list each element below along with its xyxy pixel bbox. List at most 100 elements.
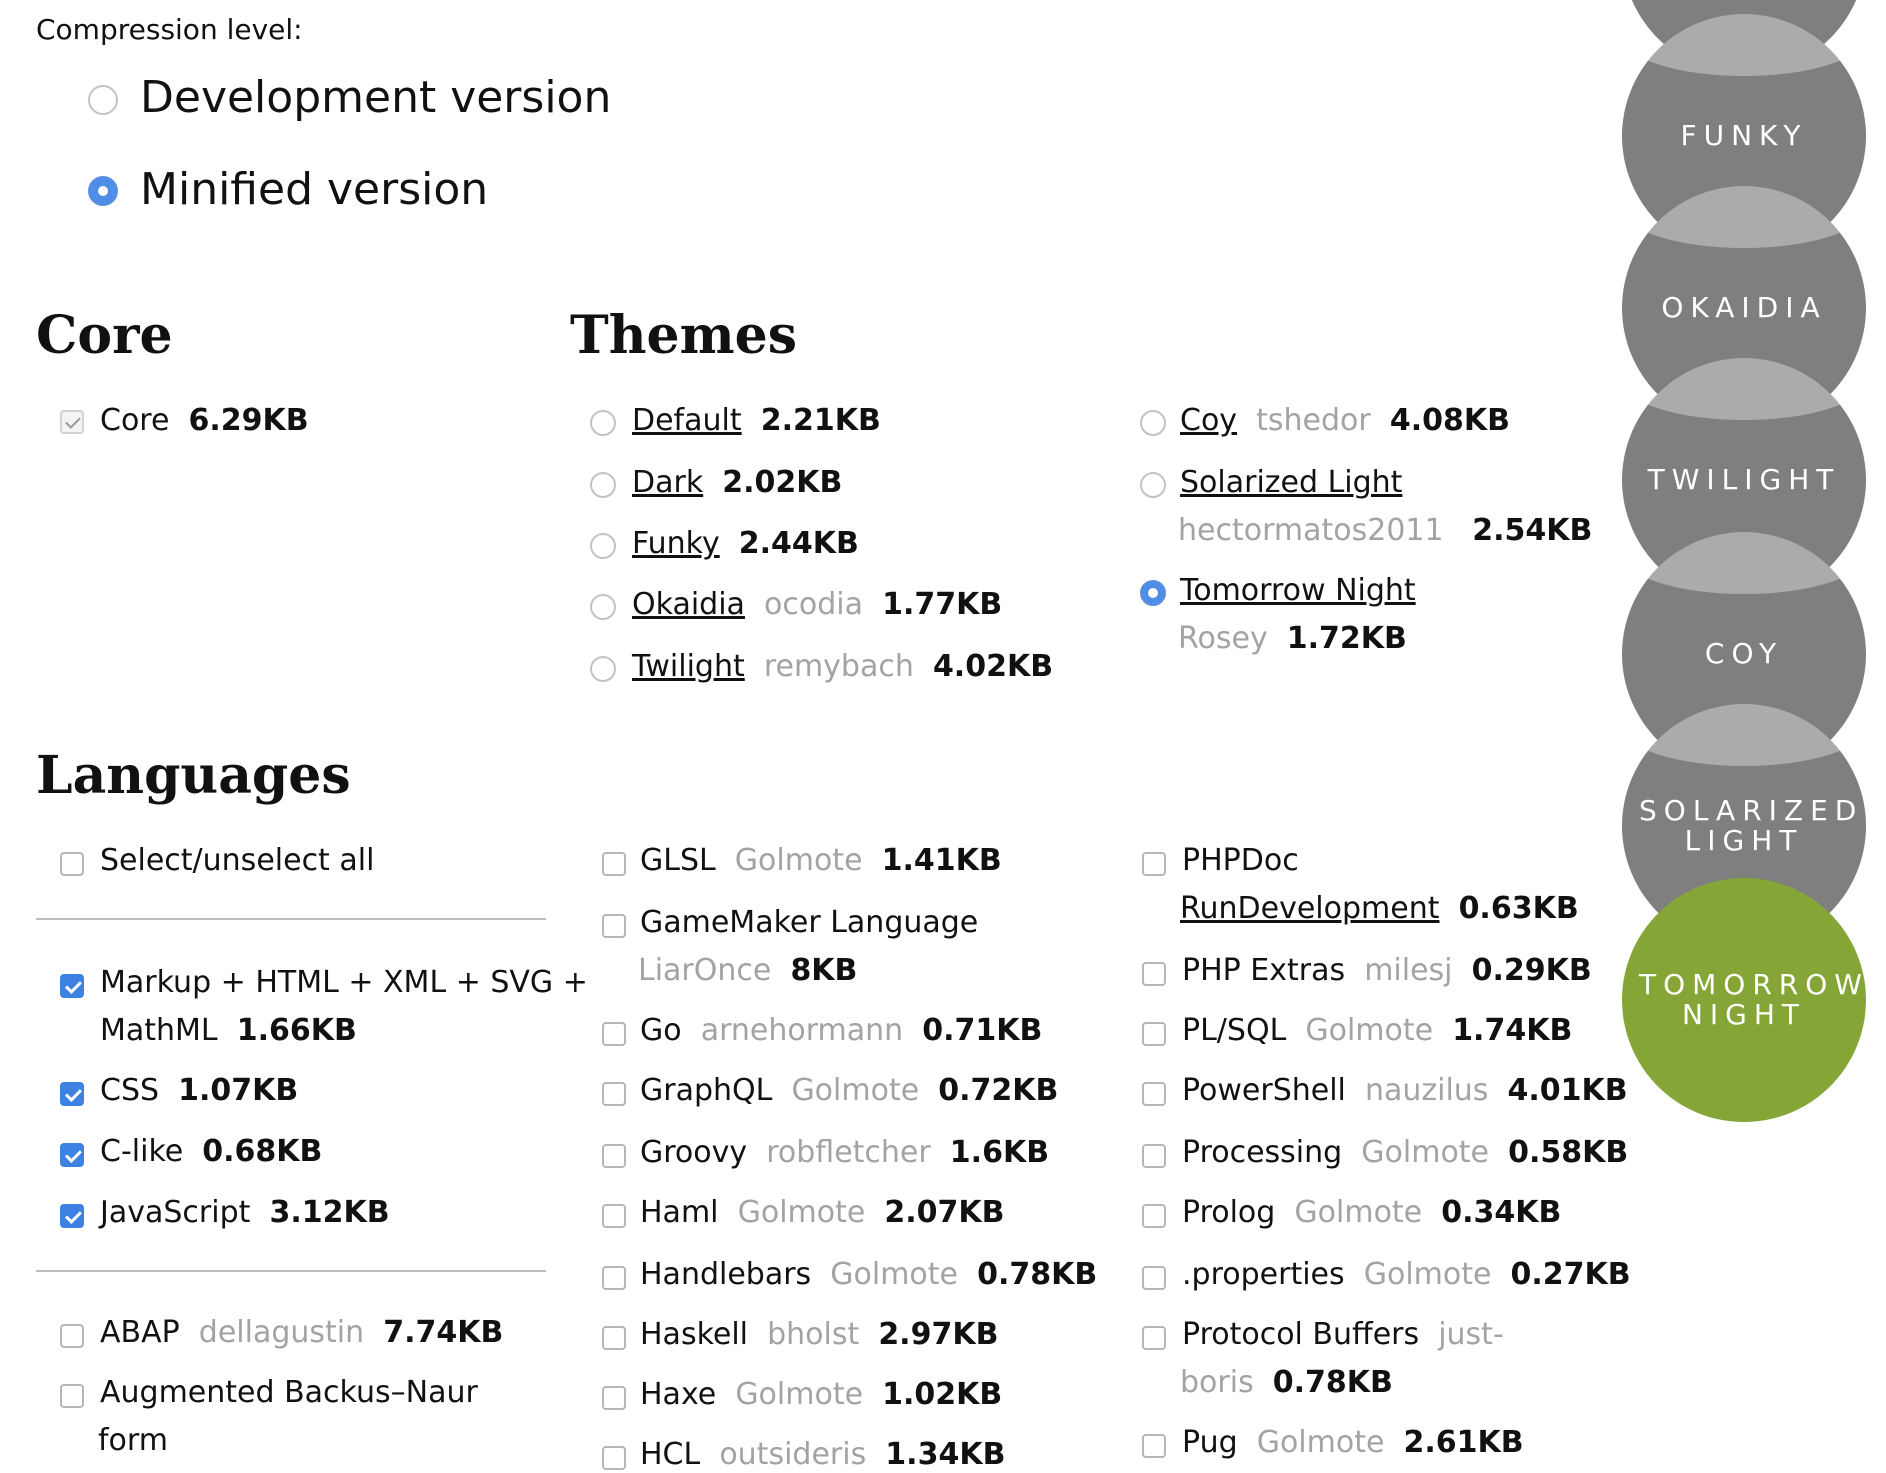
lang-item-css: CSS 1.07KB — [100, 1073, 298, 1109]
theme-author: remybach — [763, 649, 914, 684]
languages-heading: Languages — [36, 745, 351, 806]
theme-radio-tomorrow-night[interactable] — [1140, 580, 1166, 606]
lang-checkbox-hcl[interactable] — [602, 1446, 626, 1470]
lang-size: 2.61KB — [1403, 1425, 1524, 1460]
theme-link-solarized-light[interactable]: Solarized Light — [1180, 465, 1402, 500]
lang-checkbox-clike[interactable] — [60, 1143, 84, 1167]
lang-checkbox-handlebars[interactable] — [602, 1266, 626, 1290]
lang-name: GLSL — [640, 843, 716, 878]
circle-cap — [1622, 704, 1866, 766]
lang-author: Golmote — [1294, 1195, 1423, 1230]
theme-size: 1.72KB — [1286, 621, 1407, 656]
theme-link-dark[interactable]: Dark — [632, 465, 703, 500]
lang-checkbox-gml[interactable] — [602, 914, 626, 938]
lang-checkbox-pug[interactable] — [1142, 1434, 1166, 1458]
theme-link-default[interactable]: Default — [632, 403, 742, 438]
lang-item-plsql: PL/SQL Golmote 1.74KB — [1182, 1013, 1572, 1049]
lang-abnf-line1: Augmented Backus–Naur — [100, 1375, 478, 1410]
lang-checkbox-groovy[interactable] — [602, 1144, 626, 1168]
lang-checkbox-markup[interactable] — [60, 974, 84, 998]
lang-item-haml: Haml Golmote 2.07KB — [640, 1195, 1005, 1231]
theme-link-twilight[interactable]: Twilight — [632, 649, 745, 684]
lang-size: 1.34KB — [885, 1437, 1006, 1472]
lang-author: robfletcher — [766, 1135, 931, 1170]
theme-author: hectormatos2011 — [1178, 513, 1444, 548]
lang-item-pug: Pug Golmote 2.61KB — [1182, 1425, 1524, 1461]
theme-item-solarized-light: Solarized Light — [1180, 465, 1402, 501]
theme-size: 2.21KB — [760, 403, 881, 438]
lang-checkbox-javascript[interactable] — [60, 1204, 84, 1228]
lang-checkbox-graphql[interactable] — [602, 1082, 626, 1106]
theme-author: ocodia — [764, 587, 863, 622]
lang-checkbox-plsql[interactable] — [1142, 1022, 1166, 1046]
lang-author: LiarOnce — [638, 953, 772, 988]
lang-item-protobuf-meta: boris 0.78KB — [1180, 1365, 1393, 1401]
select-all-checkbox[interactable] — [60, 852, 84, 876]
lang-checkbox-css[interactable] — [60, 1082, 84, 1106]
lang-author: Golmote — [1361, 1135, 1490, 1170]
lang-name: Processing — [1182, 1135, 1343, 1170]
lang-checkbox-php-extras[interactable] — [1142, 962, 1166, 986]
lang-name: Prolog — [1182, 1195, 1276, 1230]
lang-checkbox-go[interactable] — [602, 1022, 626, 1046]
lang-size: 1.74KB — [1452, 1013, 1573, 1048]
lang-item-graphql: GraphQL Golmote 0.72KB — [640, 1073, 1058, 1109]
lang-author-link[interactable]: RunDevelopment — [1180, 891, 1439, 926]
lang-checkbox-abap[interactable] — [60, 1324, 84, 1348]
theme-radio-coy[interactable] — [1140, 410, 1166, 436]
theme-link-tomorrow-night[interactable]: Tomorrow Night — [1180, 573, 1416, 608]
circle-cap — [1622, 14, 1866, 76]
lang-checkbox-prolog[interactable] — [1142, 1204, 1166, 1228]
theme-item-tomorrow-night-meta: Rosey 1.72KB — [1178, 621, 1407, 657]
lang-checkbox-powershell[interactable] — [1142, 1082, 1166, 1106]
theme-item-okaidia: Okaidia ocodia 1.77KB — [632, 587, 1002, 623]
theme-item-funky: Funky 2.44KB — [632, 526, 859, 562]
lang-item-protobuf: Protocol Buffers just- — [1182, 1317, 1504, 1353]
lang-item-php-extras: PHP Extras milesj 0.29KB — [1182, 953, 1592, 989]
lang-author: milesj — [1364, 953, 1453, 988]
lang-name: Handlebars — [640, 1257, 812, 1292]
lang-author: Golmote — [1363, 1257, 1492, 1292]
lang-author: Golmote — [791, 1073, 920, 1108]
theme-item-coy: Coy tshedor 4.08KB — [1180, 403, 1510, 439]
lang-checkbox-haml[interactable] — [602, 1204, 626, 1228]
lang-checkbox-glsl[interactable] — [602, 852, 626, 876]
radio-development[interactable] — [88, 85, 118, 115]
lang-item-hcl: HCL outsideris 1.34KB — [640, 1437, 1005, 1473]
theme-circle-label: TWILIGHT — [1647, 463, 1841, 496]
theme-size: 4.08KB — [1389, 403, 1510, 438]
theme-radio-okaidia[interactable] — [590, 594, 616, 620]
circle-cap — [1622, 186, 1866, 248]
lang-item-glsl: GLSL Golmote 1.41KB — [640, 843, 1002, 879]
theme-radio-funky[interactable] — [590, 533, 616, 559]
lang-name: Haml — [640, 1195, 719, 1230]
lang-checkbox-properties[interactable] — [1142, 1266, 1166, 1290]
theme-radio-default[interactable] — [590, 410, 616, 436]
theme-link-coy[interactable]: Coy — [1180, 403, 1237, 438]
theme-radio-dark[interactable] — [590, 472, 616, 498]
theme-radio-solarized-light[interactable] — [1140, 472, 1166, 498]
theme-link-funky[interactable]: Funky — [632, 526, 720, 561]
lang-size: 0.72KB — [938, 1073, 1059, 1108]
theme-radio-twilight[interactable] — [590, 656, 616, 682]
lang-checkbox-processing[interactable] — [1142, 1144, 1166, 1168]
lang-name: Haskell — [640, 1317, 749, 1352]
theme-item-default: Default 2.21KB — [632, 403, 881, 439]
lang-size: 1.07KB — [178, 1073, 299, 1108]
lang-size: 1.02KB — [882, 1377, 1003, 1412]
radio-minified[interactable] — [88, 176, 118, 206]
circle-cap — [1622, 532, 1866, 594]
lang-checkbox-protobuf[interactable] — [1142, 1326, 1166, 1350]
lang-checkbox-abnf[interactable] — [60, 1384, 84, 1408]
lang-author: boris — [1180, 1365, 1254, 1400]
lang-size: 1.6KB — [949, 1135, 1050, 1170]
lang-size: 0.68KB — [202, 1134, 323, 1169]
option-minified-label: Minified version — [140, 164, 489, 215]
theme-link-okaidia[interactable]: Okaidia — [632, 587, 745, 622]
theme-circle-tomorrow-night[interactable]: TOMORROW NIGHT — [1622, 878, 1866, 1122]
theme-author: tshedor — [1256, 403, 1371, 438]
lang-checkbox-phpdoc[interactable] — [1142, 852, 1166, 876]
lang-checkbox-haxe[interactable] — [602, 1386, 626, 1410]
lang-checkbox-haskell[interactable] — [602, 1326, 626, 1350]
lang-markup-line2: MathML 1.66KB — [100, 1013, 357, 1049]
